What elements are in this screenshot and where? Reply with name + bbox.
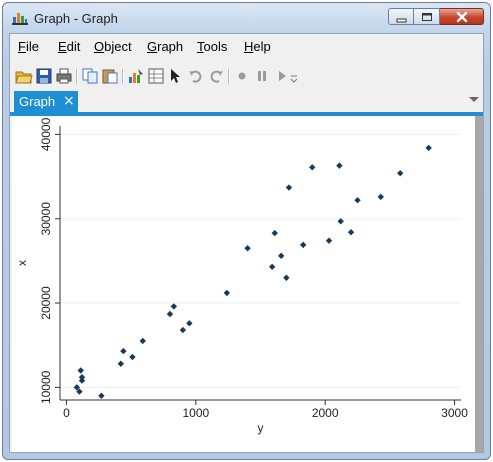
y-tick-label: 40000 xyxy=(39,117,53,151)
menu-help[interactable]: Help xyxy=(244,39,271,54)
x-tick-label: 2000 xyxy=(312,406,339,420)
plot-region xyxy=(60,126,461,400)
x-axis-label: y xyxy=(258,421,264,435)
open-folder-icon[interactable] xyxy=(15,67,33,85)
window-title: Graph - Graph xyxy=(34,11,118,26)
vertical-scrollbar[interactable] xyxy=(475,116,483,452)
tab-close-icon[interactable]: × xyxy=(63,93,75,109)
menu-graph[interactable]: Graph xyxy=(147,39,183,54)
menu-tools[interactable]: Tools xyxy=(197,39,227,54)
copy-icon[interactable] xyxy=(81,67,99,85)
y-axis-label: x xyxy=(15,260,29,266)
minimize-button[interactable] xyxy=(388,8,414,25)
record-icon[interactable] xyxy=(233,67,251,85)
maximize-icon xyxy=(422,13,432,21)
title-bar[interactable]: Graph - Graph xyxy=(3,3,490,33)
x-tick-label: 3000 xyxy=(441,406,468,420)
graph-canvas: 0 1000 2000 3000 10000 20000 30000 40000 y x xyxy=(12,116,477,452)
pointer-icon[interactable] xyxy=(167,67,185,85)
save-icon[interactable] xyxy=(35,67,53,85)
graph-window: Graph - Graph File Edit Object Graph Too… xyxy=(2,2,491,460)
undo-icon[interactable] xyxy=(187,67,205,85)
scatter-chart: 0 1000 2000 3000 10000 20000 30000 40000 y x xyxy=(15,117,468,435)
menu-bar: File Edit Object Graph Tools Help xyxy=(10,34,483,56)
minimize-icon xyxy=(396,18,407,23)
redo-icon[interactable] xyxy=(207,67,225,85)
tab-strip: Graph × xyxy=(10,90,483,116)
caption-buttons xyxy=(388,8,484,27)
x-tick-label: 0 xyxy=(63,406,70,420)
data-editor-icon[interactable] xyxy=(147,67,165,85)
paste-icon[interactable] xyxy=(101,67,119,85)
pause-icon[interactable] xyxy=(253,67,271,85)
tab-graph[interactable]: Graph × xyxy=(14,91,78,112)
y-tick-label: 30000 xyxy=(39,202,53,236)
toolbar-separator xyxy=(122,69,124,84)
menu-file[interactable]: File xyxy=(18,39,39,54)
bar-chart-icon xyxy=(12,11,28,25)
graph-editor-icon[interactable] xyxy=(127,67,145,85)
window-client: File Edit Object Graph Tools Help Graph … xyxy=(9,33,484,453)
dropdown-icon[interactable] xyxy=(289,67,299,85)
close-icon xyxy=(456,11,468,23)
toolbar-separator xyxy=(228,69,230,84)
menu-edit[interactable]: Edit xyxy=(58,39,80,54)
toolbar xyxy=(10,64,483,90)
x-tick-label: 1000 xyxy=(182,406,209,420)
chevron-down-icon[interactable] xyxy=(469,97,479,102)
print-icon[interactable] xyxy=(55,67,73,85)
menu-object[interactable]: Object xyxy=(94,39,132,54)
tab-label: Graph xyxy=(19,94,56,109)
close-button[interactable] xyxy=(440,8,484,25)
toolbar-separator xyxy=(76,69,78,84)
y-tick-label: 10000 xyxy=(39,370,53,404)
y-tick-label: 20000 xyxy=(39,286,53,320)
maximize-button[interactable] xyxy=(414,8,440,25)
